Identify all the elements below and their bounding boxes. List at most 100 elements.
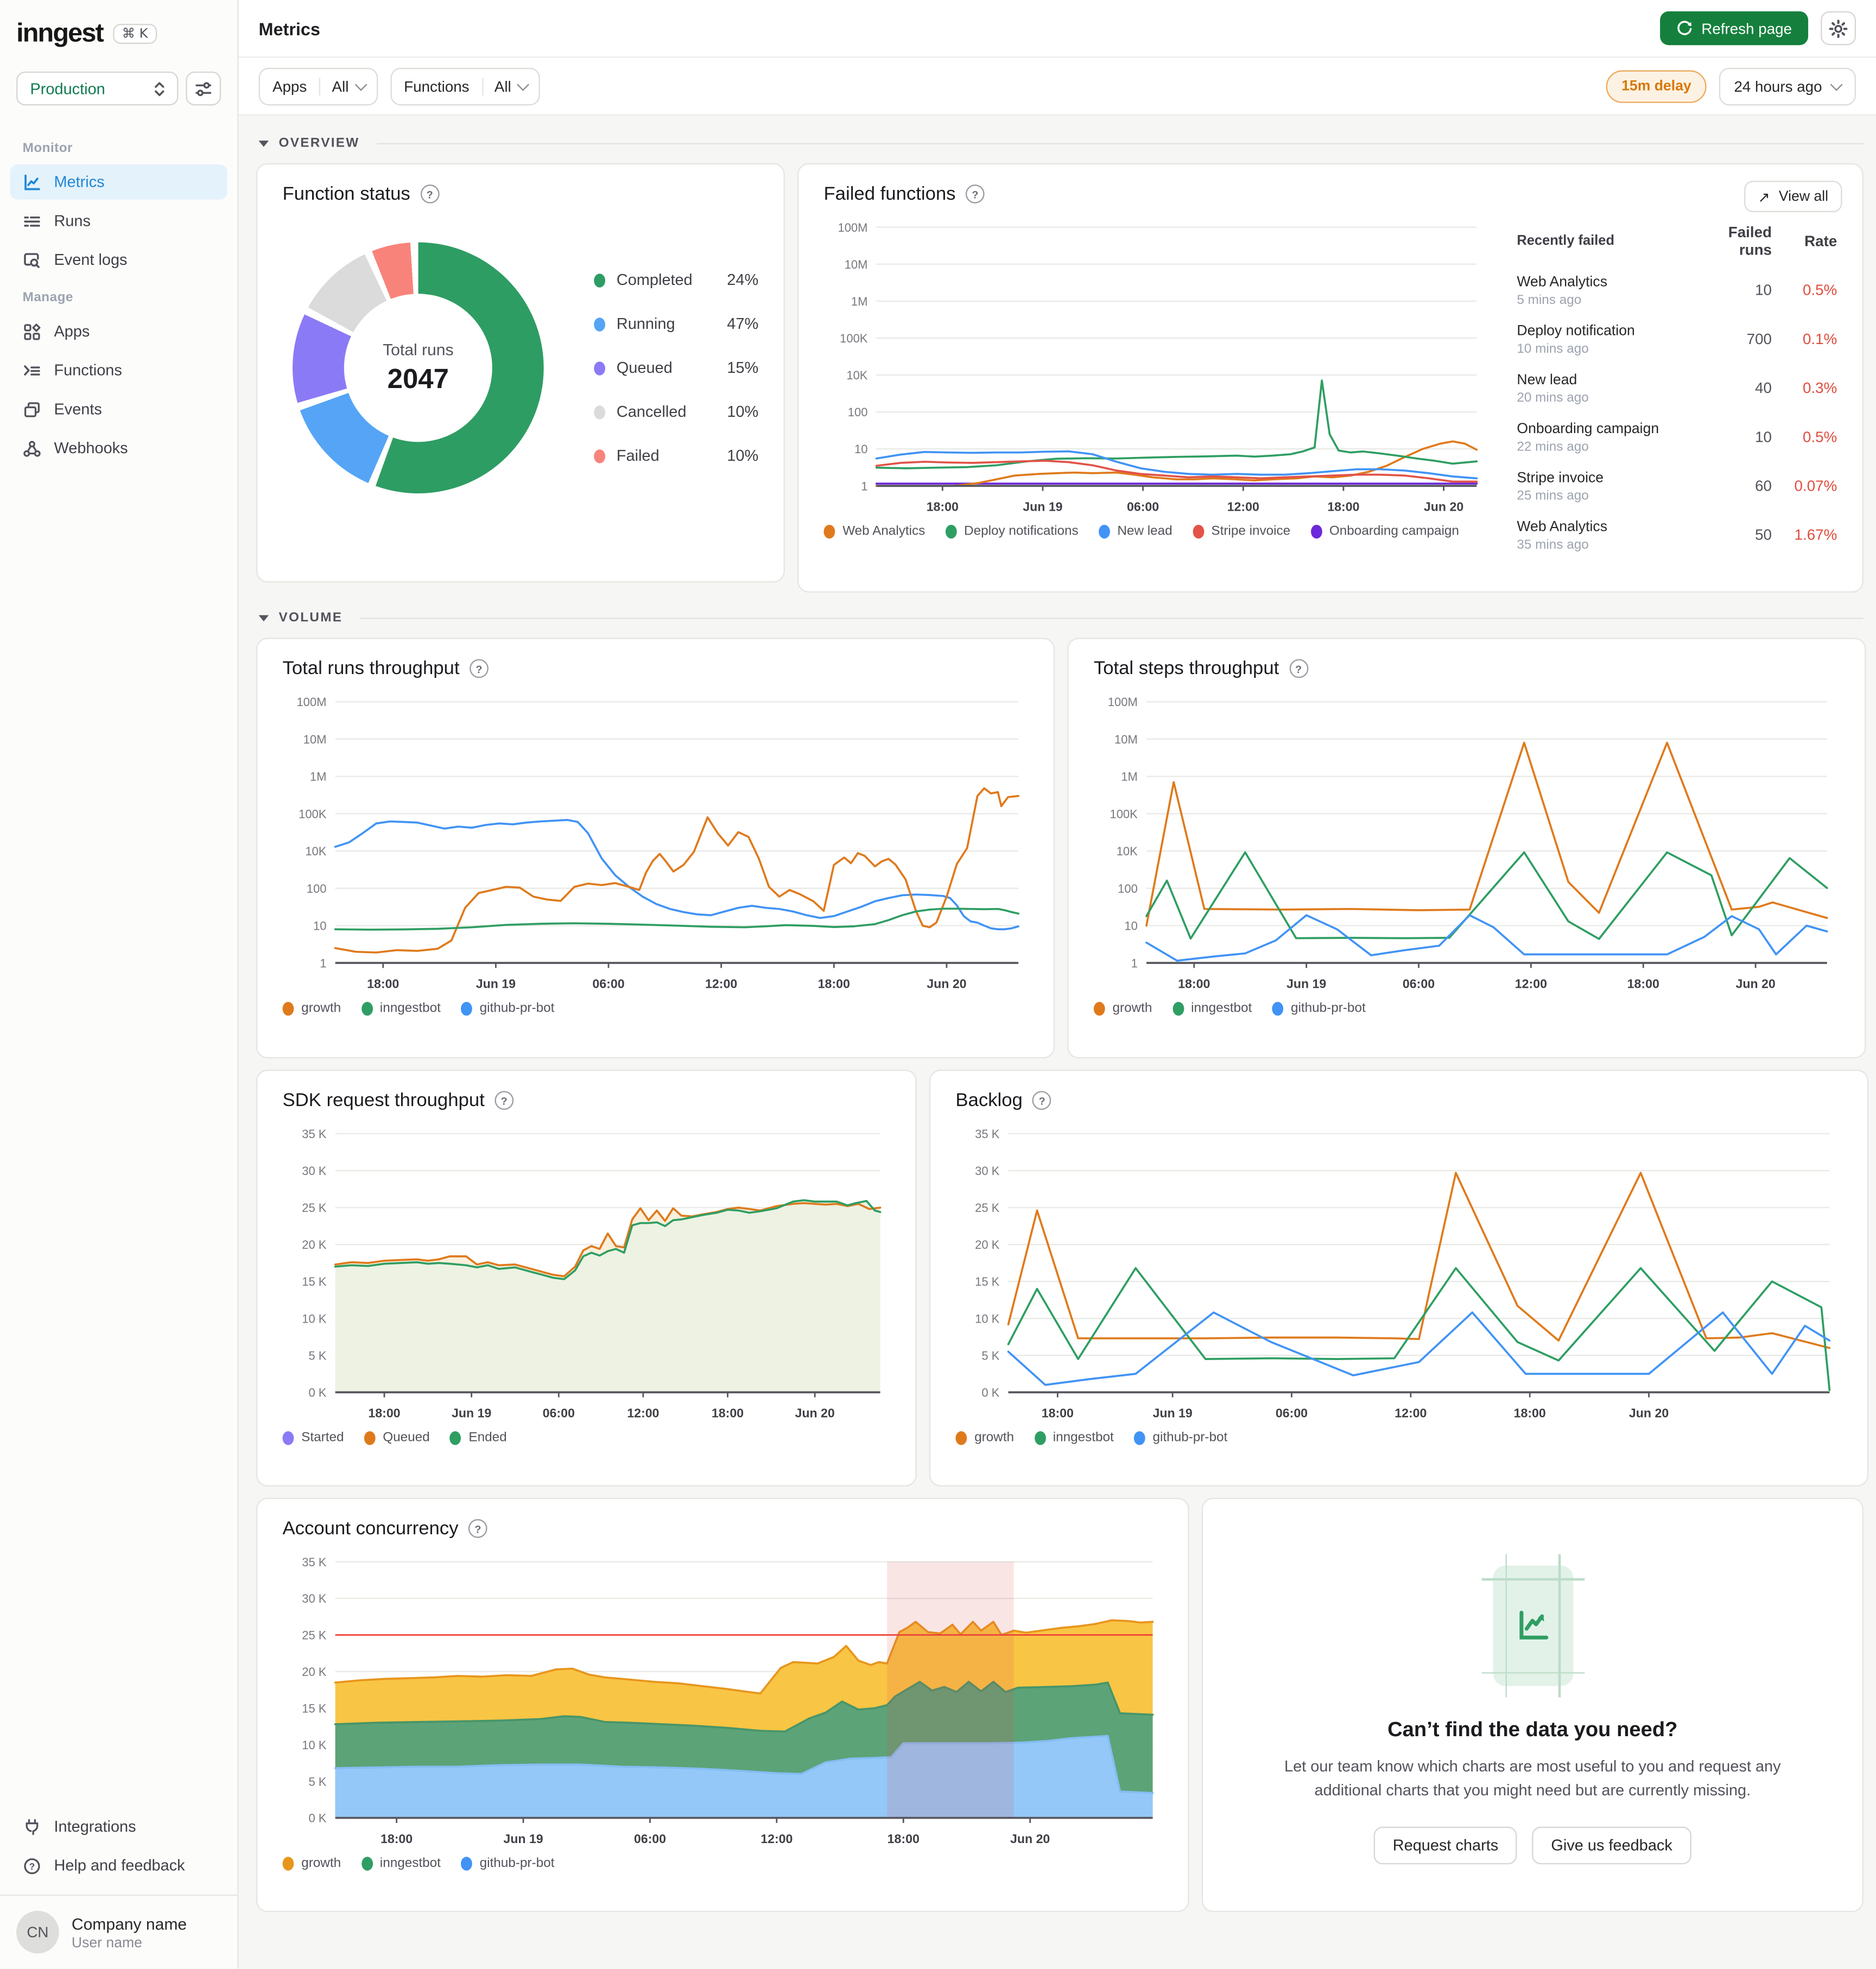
svg-text:18:00: 18:00 <box>1514 1406 1546 1420</box>
sidebar-item-webhooks[interactable]: Webhooks <box>10 430 227 466</box>
svg-text:18:00: 18:00 <box>367 977 399 991</box>
svg-text:35 K: 35 K <box>302 1555 327 1569</box>
sidebar-item-label: Integrations <box>54 1818 136 1836</box>
sliders-icon <box>195 81 212 96</box>
gear-icon <box>1829 19 1848 37</box>
legend-dot <box>594 361 605 375</box>
svg-text:06:00: 06:00 <box>543 1406 575 1420</box>
sidebar-item-metrics[interactable]: Metrics <box>10 164 227 200</box>
chevron-down-icon <box>1830 78 1843 91</box>
functions-filter-label: Functions <box>404 77 470 95</box>
svg-text:06:00: 06:00 <box>1403 977 1435 991</box>
chart-legend: Started Queued Ended <box>282 1430 890 1445</box>
total-steps-chart: 100M 10M 1M 100K 10K 100 10 1 18:00 Jun 19 06:00 12… <box>1108 695 1828 991</box>
chart-legend: growth inngestbot github-pr-bot <box>282 1001 1028 1015</box>
legend-dot <box>945 524 957 538</box>
apps-filter[interactable]: Apps All <box>258 67 378 105</box>
sidebar-item-event-logs[interactable]: Event logs <box>10 242 227 277</box>
svg-text:18:00: 18:00 <box>1327 499 1359 513</box>
svg-text:18:00: 18:00 <box>368 1406 400 1420</box>
svg-text:10: 10 <box>313 919 326 933</box>
help-icon[interactable]: ? <box>1032 1091 1052 1110</box>
donut-center-label: Total runs <box>383 340 454 359</box>
help-icon[interactable]: ? <box>420 185 439 204</box>
functions-icon <box>24 364 40 375</box>
legend-dot <box>594 448 605 463</box>
table-row[interactable]: Stripe invoice 25 mins ago 60 0.07% <box>1517 462 1837 511</box>
svg-text:1: 1 <box>320 956 326 970</box>
svg-text:30 K: 30 K <box>302 1592 327 1605</box>
total-runs-card: Total runs throughput? 100M 10M 1M 100K 10K 1… <box>256 638 1055 1059</box>
svg-text:1: 1 <box>1131 956 1138 970</box>
table-row[interactable]: Onboarding campaign 22 mins ago 10 0.5% <box>1517 413 1837 462</box>
legend-dot <box>1172 1001 1184 1015</box>
sidebar-item-label: Apps <box>54 322 90 340</box>
view-all-button[interactable]: ↗ View all <box>1744 181 1842 212</box>
legend-dot <box>1192 524 1204 538</box>
request-charts-button[interactable]: Request charts <box>1374 1826 1517 1864</box>
inngest-dashboard: inngest ⌘ K Production Monitor Metrics R… <box>0 0 1876 1969</box>
svg-text:Jun 19: Jun 19 <box>503 1832 543 1846</box>
section-volume[interactable]: VOLUME <box>258 610 1864 625</box>
svg-text:1M: 1M <box>851 295 868 308</box>
sidebar-item-integrations[interactable]: Integrations <box>10 1809 227 1845</box>
card-title: Function status <box>282 183 410 205</box>
svg-text:5 K: 5 K <box>308 1775 326 1788</box>
feedback-body: Let our team know which charts are most … <box>1284 1757 1781 1800</box>
svg-text:06:00: 06:00 <box>592 977 624 991</box>
help-icon[interactable]: ? <box>495 1091 514 1110</box>
legend-dot <box>282 1430 294 1445</box>
svg-text:100K: 100K <box>299 807 327 821</box>
help-icon[interactable]: ? <box>966 185 985 204</box>
svg-text:10M: 10M <box>845 258 868 271</box>
events-windows-icon <box>24 402 40 417</box>
legend-dot <box>364 1430 376 1445</box>
legend-dot <box>449 1430 461 1445</box>
command-k-shortcut[interactable]: ⌘ K <box>113 23 157 45</box>
svg-text:1: 1 <box>861 479 867 493</box>
sidebar-item-label: Webhooks <box>54 439 128 458</box>
sidebar: inngest ⌘ K Production Monitor Metrics R… <box>0 0 239 1969</box>
svg-text:10: 10 <box>1124 919 1137 933</box>
svg-text:15 K: 15 K <box>302 1275 327 1288</box>
sidebar-item-apps[interactable]: Apps <box>10 314 227 349</box>
legend-dot <box>460 1856 472 1870</box>
sidebar-item-events[interactable]: Events <box>10 392 227 427</box>
sidebar-item-runs[interactable]: Runs <box>10 204 227 239</box>
help-icon[interactable]: ? <box>470 659 489 678</box>
environment-filter-button[interactable] <box>186 71 221 106</box>
svg-text:20 K: 20 K <box>302 1238 327 1252</box>
refresh-page-button[interactable]: Refresh page <box>1660 11 1809 46</box>
chart-legend: Web Analytics Deploy notifications New l… <box>823 524 1494 538</box>
apps-grid-icon <box>24 323 41 340</box>
arrow-up-right-icon: ↗ <box>1758 187 1770 206</box>
settings-button[interactable] <box>1821 11 1856 46</box>
sidebar-item-help[interactable]: ? Help and feedback <box>10 1849 227 1884</box>
table-row[interactable]: New lead 20 mins ago 40 0.3% <box>1517 364 1837 413</box>
sidebar-item-label: Event logs <box>54 251 128 269</box>
table-row[interactable]: Deploy notification 10 mins ago 700 0.1% <box>1517 315 1837 364</box>
svg-text:12:00: 12:00 <box>627 1406 659 1420</box>
legend-item: Completed 24% <box>594 271 758 289</box>
table-row[interactable]: Web Analytics 5 mins ago 10 0.5% <box>1517 266 1837 315</box>
help-icon[interactable]: ? <box>468 1519 487 1538</box>
svg-text:18:00: 18:00 <box>1627 977 1659 991</box>
svg-text:06:00: 06:00 <box>1276 1406 1308 1420</box>
svg-text:Jun 19: Jun 19 <box>452 1406 491 1420</box>
svg-text:Jun 19: Jun 19 <box>1152 1406 1192 1420</box>
svg-text:18:00: 18:00 <box>381 1832 413 1846</box>
section-overview[interactable]: OVERVIEW <box>258 136 1864 151</box>
plug-icon <box>26 1819 39 1835</box>
nav-section-manage: Manage <box>22 290 73 306</box>
table-row[interactable]: Web Analytics 35 mins ago 50 1.67% <box>1517 511 1837 560</box>
line-chart-icon <box>1519 1610 1548 1640</box>
account-menu[interactable]: CN Company name User name <box>0 1895 238 1969</box>
give-feedback-button[interactable]: Give us feedback <box>1532 1826 1691 1864</box>
svg-text:18:00: 18:00 <box>888 1832 920 1846</box>
environment-select[interactable]: Production <box>16 71 179 106</box>
time-range-select[interactable]: 24 hours ago <box>1719 67 1856 105</box>
avatar: CN <box>16 1911 59 1954</box>
functions-filter[interactable]: Functions All <box>390 67 540 105</box>
help-icon[interactable]: ? <box>1289 659 1308 678</box>
sidebar-item-functions[interactable]: Functions <box>10 353 227 388</box>
